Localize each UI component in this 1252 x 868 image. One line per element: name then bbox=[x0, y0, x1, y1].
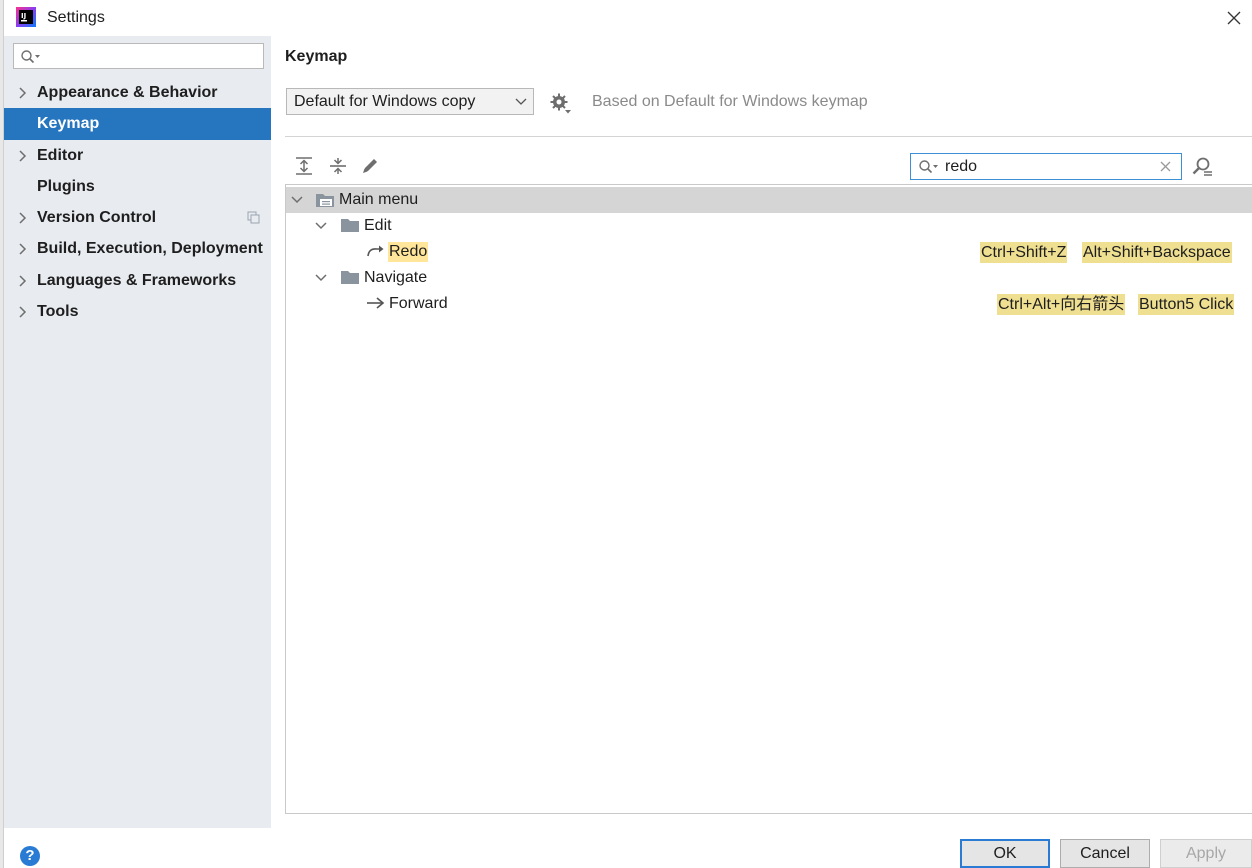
sidebar-item-label: Plugins bbox=[37, 177, 95, 195]
sidebar-item-label: Editor bbox=[37, 146, 84, 164]
tree-row-edit[interactable]: Edit bbox=[286, 213, 1252, 239]
based-on-text: Based on Default for Windows keymap bbox=[592, 93, 868, 110]
gear-icon[interactable] bbox=[550, 93, 572, 115]
window-title: Settings bbox=[47, 9, 105, 26]
sidebar-item-build-execution-deployment[interactable]: Build, Execution, Deployment bbox=[4, 233, 271, 264]
search-icon bbox=[919, 160, 938, 174]
tree-label: Redo bbox=[388, 242, 429, 262]
sidebar-item-appearance-behavior[interactable]: Appearance & Behavior bbox=[4, 77, 271, 108]
tree-label: Forward bbox=[389, 295, 448, 312]
keymap-filter-value: redo bbox=[945, 158, 978, 175]
menu-folder-icon bbox=[316, 194, 334, 207]
clear-icon[interactable] bbox=[1160, 161, 1171, 172]
keymap-tree: Main menu Edit Redo Ctrl+Shift+Z Alt+Shi… bbox=[285, 184, 1252, 814]
tree-row-redo[interactable]: Redo Ctrl+Shift+Z Alt+Shift+Backspace bbox=[286, 239, 1252, 265]
sidebar-item-label: Languages & Frameworks bbox=[37, 271, 237, 289]
tree-label: Navigate bbox=[364, 269, 428, 286]
collapse-all-icon[interactable] bbox=[328, 156, 348, 176]
forward-arrow-icon bbox=[367, 297, 385, 309]
keymap-panel: Keymap Default for Windows copy Based on… bbox=[271, 36, 1252, 828]
chevron-right-icon[interactable] bbox=[18, 212, 28, 224]
tree-label: Edit bbox=[364, 217, 392, 234]
tree-label: Main menu bbox=[339, 191, 419, 208]
chevron-right-icon[interactable] bbox=[18, 87, 28, 99]
shortcut-badge: Ctrl+Alt+向右箭头 bbox=[997, 294, 1126, 315]
sidebar-item-editor[interactable]: Editor bbox=[4, 140, 271, 171]
tree-row-navigate[interactable]: Navigate bbox=[286, 265, 1252, 291]
settings-sidebar: Appearance & Behavior Keymap Editor Plug… bbox=[4, 36, 271, 828]
search-icon bbox=[21, 50, 40, 64]
title-bar: IJ Settings bbox=[4, 0, 1252, 36]
chevron-right-icon[interactable] bbox=[18, 275, 28, 287]
find-shortcut-icon[interactable] bbox=[1191, 156, 1213, 178]
page-title: Keymap bbox=[285, 48, 348, 65]
apply-button[interactable]: Apply bbox=[1160, 839, 1252, 868]
chevron-right-icon[interactable] bbox=[18, 243, 28, 256]
chevron-down-icon[interactable] bbox=[315, 221, 327, 231]
divider bbox=[285, 136, 1252, 137]
chevron-down-icon bbox=[515, 98, 527, 105]
shortcut-badge: Ctrl+Shift+Z bbox=[980, 242, 1068, 263]
sidebar-item-version-control[interactable]: Version Control bbox=[4, 202, 271, 233]
edit-icon[interactable] bbox=[360, 156, 380, 176]
redo-icon bbox=[367, 245, 384, 257]
sidebar-item-keymap[interactable]: Keymap bbox=[4, 108, 271, 140]
keymap-filter-input[interactable]: redo bbox=[910, 153, 1182, 180]
sidebar-item-languages-frameworks[interactable]: Languages & Frameworks bbox=[4, 265, 271, 296]
close-icon[interactable] bbox=[1222, 6, 1246, 30]
folder-icon bbox=[341, 219, 359, 232]
chevron-down-icon[interactable] bbox=[315, 273, 327, 283]
expand-all-icon[interactable] bbox=[294, 156, 314, 176]
tree-row-forward[interactable]: Forward Ctrl+Alt+向右箭头 Button5 Click bbox=[286, 291, 1252, 317]
chevron-down-icon[interactable] bbox=[291, 195, 303, 205]
chevron-right-icon[interactable] bbox=[18, 150, 28, 162]
sidebar-item-label: Build, Execution, Deployment bbox=[37, 240, 263, 258]
sidebar-item-label: Keymap bbox=[37, 115, 100, 133]
svg-text:IJ: IJ bbox=[21, 12, 26, 20]
tree-row-main-menu[interactable]: Main menu bbox=[286, 187, 1252, 213]
sidebar-item-label: Tools bbox=[37, 303, 79, 321]
sidebar-item-label: Version Control bbox=[37, 209, 157, 227]
shortcut-badge: Alt+Shift+Backspace bbox=[1082, 242, 1232, 263]
sidebar-item-label: Appearance & Behavior bbox=[37, 84, 218, 101]
app-logo-icon: IJ bbox=[16, 7, 36, 27]
dialog-footer: ? OK Cancel Apply bbox=[4, 828, 1252, 868]
sidebar-item-tools[interactable]: Tools bbox=[4, 296, 271, 327]
keymap-select-value: Default for Windows copy bbox=[294, 93, 476, 110]
folder-icon bbox=[341, 271, 359, 284]
keymap-select[interactable]: Default for Windows copy bbox=[286, 88, 534, 115]
settings-search-input[interactable] bbox=[13, 43, 264, 69]
chevron-right-icon[interactable] bbox=[18, 306, 28, 318]
shortcut-badge: Button5 Click bbox=[1138, 294, 1235, 315]
ok-button[interactable]: OK bbox=[960, 839, 1050, 868]
cancel-button[interactable]: Cancel bbox=[1060, 839, 1150, 868]
help-icon[interactable]: ? bbox=[20, 846, 40, 866]
sidebar-item-plugins[interactable]: Plugins bbox=[4, 171, 271, 202]
settings-nav: Appearance & Behavior Keymap Editor Plug… bbox=[4, 77, 271, 327]
copy-icon bbox=[247, 211, 260, 224]
settings-window: IJ Settings Appearance & Behavior Keymap bbox=[0, 0, 1252, 868]
